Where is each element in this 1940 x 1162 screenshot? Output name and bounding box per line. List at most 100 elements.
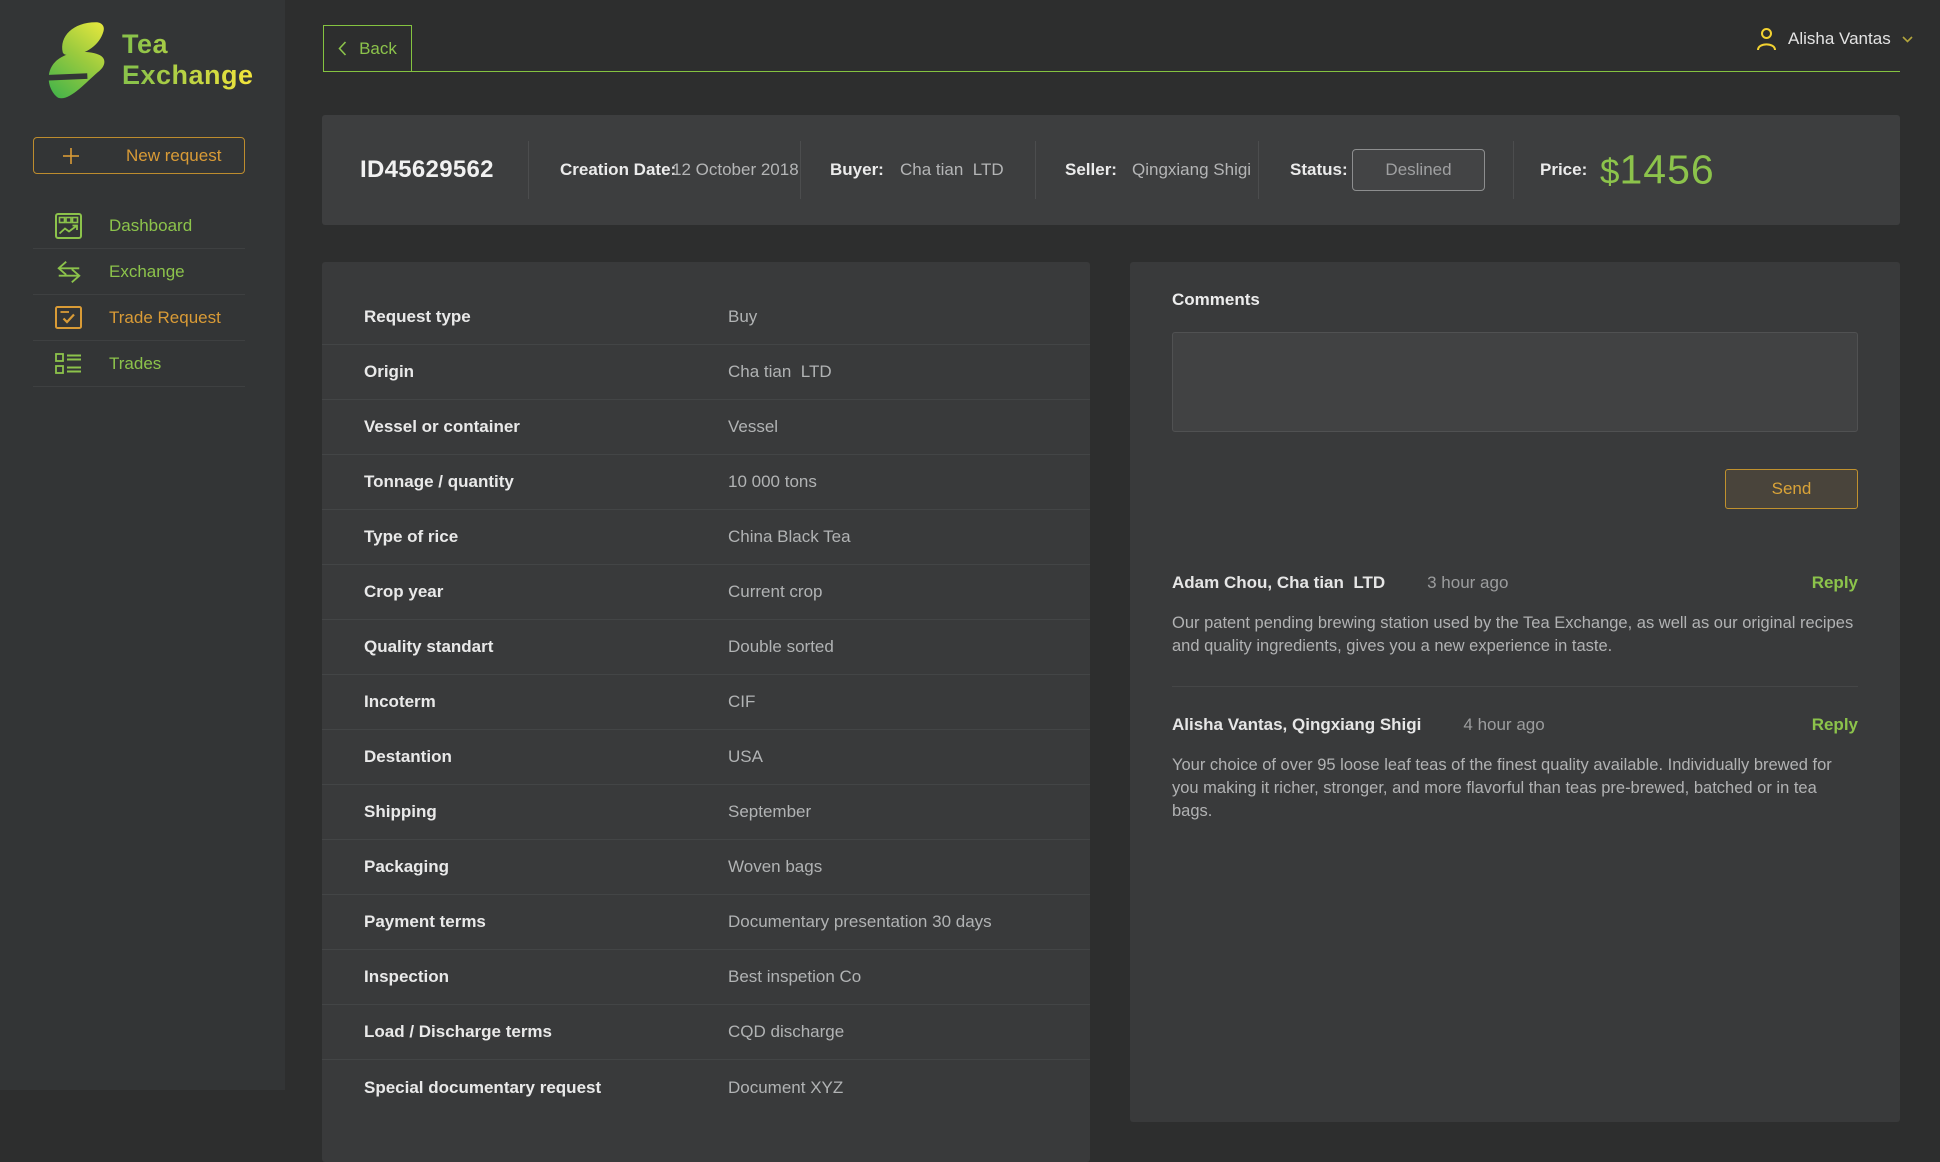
plus-icon: [62, 147, 80, 165]
seller-value: Qingxiang Shigi: [1132, 160, 1251, 180]
reply-link[interactable]: Reply: [1812, 573, 1858, 593]
comment-author: Alisha Vantas, Qingxiang Shigi: [1172, 715, 1421, 735]
user-name: Alisha Vantas: [1788, 29, 1891, 49]
comment-text: Our patent pending brewing station used …: [1172, 612, 1858, 658]
seller-label: Seller:: [1065, 160, 1117, 180]
detail-label: Shipping: [364, 802, 728, 822]
detail-row: Vessel or container Vessel: [322, 400, 1090, 455]
comment-time: 4 hour ago: [1463, 715, 1544, 735]
comment-time: 3 hour ago: [1427, 573, 1508, 593]
detail-label: Type of rice: [364, 527, 728, 547]
detail-row: Tonnage / quantity 10 000 tons: [322, 455, 1090, 510]
detail-row: Origin Cha tian LTD: [322, 345, 1090, 400]
detail-value: Documentary presentation 30 days: [728, 912, 992, 932]
buyer-label: Buyer:: [830, 160, 884, 180]
sidebar-item-label: Exchange: [109, 262, 185, 282]
detail-label: Quality standart: [364, 637, 728, 657]
detail-row: Load / Discharge terms CQD discharge: [322, 1005, 1090, 1060]
detail-value: Double sorted: [728, 637, 834, 657]
chevron-down-icon: [1902, 36, 1913, 43]
detail-value: CIF: [728, 692, 755, 712]
detail-value: Document XYZ: [728, 1078, 843, 1098]
app-title: Tea Exchange: [122, 29, 254, 91]
creation-date-label: Creation Date:: [560, 160, 676, 180]
detail-value: Vessel: [728, 417, 778, 437]
trades-icon: [55, 352, 83, 375]
chevron-left-icon: [338, 41, 347, 56]
separator: [528, 141, 529, 199]
detail-value: China Black Tea: [728, 527, 851, 547]
new-request-label: New request: [126, 146, 221, 166]
detail-label: Inspection: [364, 967, 728, 987]
detail-row: Destantion USA: [322, 730, 1090, 785]
comment-header: Alisha Vantas, Qingxiang Shigi 4 hour ag…: [1172, 715, 1858, 735]
detail-row: Request type Buy: [322, 290, 1090, 345]
new-request-button[interactable]: New request: [33, 137, 245, 174]
detail-label: Origin: [364, 362, 728, 382]
detail-label: Crop year: [364, 582, 728, 602]
detail-row: Inspection Best inspetion Co: [322, 950, 1090, 1005]
dashboard-icon: [55, 213, 83, 239]
detail-value: CQD discharge: [728, 1022, 844, 1042]
sidebar-item-label: Dashboard: [109, 216, 192, 236]
detail-row: Payment terms Documentary presentation 3…: [322, 895, 1090, 950]
detail-row: Crop year Current crop: [322, 565, 1090, 620]
status-label: Status:: [1290, 160, 1348, 180]
detail-value: Woven bags: [728, 857, 822, 877]
reply-link[interactable]: Reply: [1812, 715, 1858, 735]
exchange-icon: [55, 260, 83, 284]
detail-label: Vessel or container: [364, 417, 728, 437]
separator: [1513, 141, 1514, 199]
detail-label: Request type: [364, 307, 728, 327]
detail-row: Packaging Woven bags: [322, 840, 1090, 895]
detail-row: Special documentary request Document XYZ: [322, 1060, 1090, 1115]
sidebar-item-label: Trades: [109, 354, 161, 374]
detail-label: Payment terms: [364, 912, 728, 932]
sidebar-item-trades[interactable]: Trades: [33, 341, 245, 387]
detail-value: September: [728, 802, 811, 822]
trade-summary-bar: ID45629562 Creation Date: 12 October 201…: [322, 115, 1900, 225]
price-label: Price:: [1540, 160, 1587, 180]
separator: [1035, 141, 1036, 199]
send-row: Send: [1172, 469, 1858, 509]
status-badge[interactable]: Deslined: [1352, 149, 1485, 191]
comment-input[interactable]: [1172, 332, 1858, 432]
trade-details-panel: Request type Buy Origin Cha tian LTD Ves…: [322, 262, 1090, 1162]
sidebar-nav: Dashboard Exchange Trade Re: [33, 203, 245, 387]
detail-label: Tonnage / quantity: [364, 472, 728, 492]
top-divider-line: [323, 71, 1900, 72]
detail-label: Incoterm: [364, 692, 728, 712]
trade-id: ID45629562: [360, 156, 494, 184]
separator: [800, 141, 801, 199]
trade-request-icon: [55, 306, 83, 329]
comments-title: Comments: [1172, 290, 1858, 310]
back-label: Back: [359, 39, 397, 59]
detail-value: Best inspetion Co: [728, 967, 861, 987]
user-menu[interactable]: Alisha Vantas: [1756, 23, 1913, 55]
sidebar-item-trade-request[interactable]: Trade Request: [33, 295, 245, 341]
buyer-value: Cha tian LTD: [900, 160, 1004, 180]
user-icon: [1756, 27, 1777, 51]
sidebar: Tea Exchange New request Dash: [0, 0, 285, 1090]
detail-label: Packaging: [364, 857, 728, 877]
separator: [1258, 141, 1259, 199]
detail-value: Cha tian LTD: [728, 362, 832, 382]
sidebar-item-exchange[interactable]: Exchange: [33, 249, 245, 295]
comment-list: Adam Chou, Cha tian LTD 3 hour ago Reply…: [1172, 545, 1858, 851]
detail-row: Shipping September: [322, 785, 1090, 840]
app-logo: Tea Exchange: [42, 16, 254, 104]
send-button[interactable]: Send: [1725, 469, 1858, 509]
detail-row: Quality standart Double sorted: [322, 620, 1090, 675]
detail-label: Load / Discharge terms: [364, 1022, 728, 1042]
detail-value: USA: [728, 747, 763, 767]
comment-header: Adam Chou, Cha tian LTD 3 hour ago Reply: [1172, 573, 1858, 593]
creation-date-value: 12 October 2018: [672, 160, 799, 180]
comment-author: Adam Chou, Cha tian LTD: [1172, 573, 1385, 593]
sidebar-item-dashboard[interactable]: Dashboard: [33, 203, 245, 249]
detail-row: Incoterm CIF: [322, 675, 1090, 730]
comments-panel: Comments Send Adam Chou, Cha tian LTD 3 …: [1130, 262, 1900, 1122]
detail-row: Type of rice China Black Tea: [322, 510, 1090, 565]
detail-label: Special documentary request: [364, 1078, 728, 1098]
detail-value: 10 000 tons: [728, 472, 817, 492]
back-button[interactable]: Back: [323, 25, 412, 72]
